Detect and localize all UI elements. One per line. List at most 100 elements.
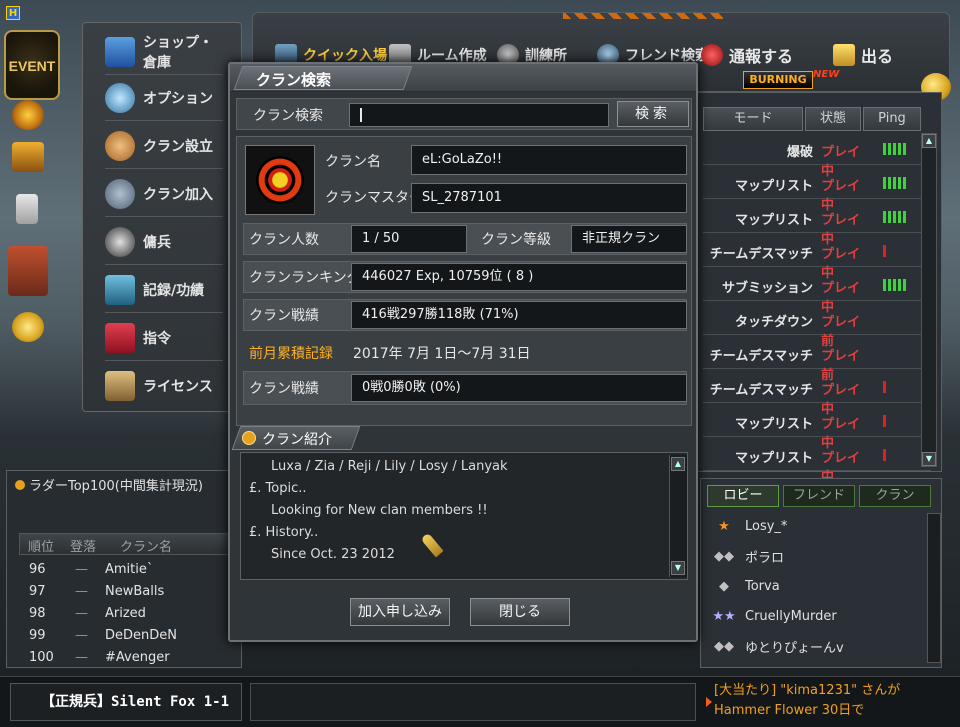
exit-button[interactable]: 出る bbox=[833, 41, 893, 69]
room-mode: マップリスト bbox=[734, 213, 813, 228]
bullet-cursor-icon bbox=[420, 532, 444, 558]
star-rank-icon: ★ bbox=[718, 518, 730, 534]
room-row[interactable]: マップリストプレイ中 bbox=[703, 439, 931, 485]
close-button[interactable]: 閉じる bbox=[470, 598, 570, 626]
coins-icon[interactable] bbox=[12, 312, 44, 342]
intro-scrollbar[interactable]: ▲ ▼ bbox=[669, 455, 687, 577]
scroll-up-button[interactable]: ▲ bbox=[922, 134, 936, 148]
tab-clan[interactable]: クラン bbox=[859, 485, 931, 507]
ping-bar bbox=[898, 177, 901, 189]
exit-label: 出る bbox=[861, 47, 894, 66]
room-row[interactable]: チームデスマッチ プレイ前 bbox=[703, 337, 931, 383]
ladder-rank: 100 bbox=[29, 650, 54, 665]
room-row[interactable]: マップリストプレイ中 bbox=[703, 201, 931, 247]
shop-icon bbox=[105, 36, 135, 67]
player-name: Torva bbox=[745, 578, 780, 594]
ladder-row[interactable]: 98 — Arized bbox=[19, 603, 231, 625]
menu-item-label: 記録/功績 bbox=[143, 282, 205, 299]
menu-item-orders[interactable]: 指令 bbox=[105, 315, 223, 361]
room-ping bbox=[883, 449, 888, 461]
player-name: ポラロ bbox=[745, 550, 785, 566]
chat-input[interactable] bbox=[250, 683, 696, 721]
apply-join-button[interactable]: 加入申し込み bbox=[350, 598, 450, 626]
bullet-icon bbox=[15, 480, 25, 490]
ticker-line: [大当たり] "kima1231" さんが bbox=[714, 683, 901, 698]
ranking-value: 446027 Exp, 10759位 ( 8 ) bbox=[351, 263, 687, 291]
ladder-rank: 99 bbox=[29, 628, 46, 643]
ladder-header: 順位 登落 クラン名 bbox=[19, 533, 231, 555]
clan-search-input[interactable] bbox=[349, 103, 609, 127]
ticker-arrow-icon bbox=[706, 697, 712, 707]
lobby-scrollbar[interactable] bbox=[927, 513, 941, 663]
room-row[interactable]: サブミッション プレイ中 bbox=[703, 269, 931, 315]
room-row[interactable]: 爆破 プレイ中 bbox=[703, 133, 931, 179]
room-row[interactable]: チームデスマッチ プレイ中 bbox=[703, 235, 931, 281]
ranking-label: クランランキング bbox=[249, 270, 361, 286]
scroll-down-button[interactable]: ▼ bbox=[922, 452, 936, 466]
menu-item-label: 指令 bbox=[143, 330, 171, 347]
burning-new-badge: NEW bbox=[813, 69, 840, 80]
room-row[interactable]: タッチダウン プレイ前 bbox=[703, 303, 931, 349]
intro-line: £. Topic.. bbox=[249, 481, 307, 496]
ladder-row[interactable]: 97 — NewBalls bbox=[19, 581, 231, 603]
ping-bar bbox=[903, 211, 906, 223]
ping-bar bbox=[898, 279, 901, 291]
clan-intro-box[interactable]: Luxa / Zia / Reji / Lily / Losy / Lanyak… bbox=[240, 452, 688, 580]
menu-item-options[interactable]: オプション bbox=[105, 75, 223, 121]
prev-month-label: 前月累積記録 bbox=[249, 346, 333, 362]
ping-bar bbox=[903, 177, 906, 189]
ladder-row[interactable]: 99 — DeDenDeN bbox=[19, 625, 231, 647]
star-rank-icon: ★★ bbox=[712, 608, 736, 624]
members-value: 1 / 50 bbox=[351, 225, 467, 253]
event-badge[interactable]: EVENT bbox=[4, 30, 60, 100]
main-menu: ショップ・倉庫 オプション クラン設立 クラン加入 傭兵 記録/功績 指令 ライ… bbox=[82, 22, 242, 412]
scroll-up-button[interactable]: ▲ bbox=[671, 457, 685, 471]
report-label: 通報する bbox=[729, 47, 794, 66]
ladder-row[interactable]: 96 — Amitie` bbox=[19, 559, 231, 581]
stamp-icon[interactable] bbox=[8, 246, 48, 296]
menu-item-shop[interactable]: ショップ・倉庫 bbox=[105, 29, 223, 75]
player-name: CruellyMurder bbox=[745, 608, 837, 624]
header-ping[interactable]: Ping bbox=[863, 107, 921, 131]
room-row[interactable]: マップリストプレイ中 bbox=[703, 405, 931, 451]
lobby-player-row[interactable]: ◆◆ ポラロ bbox=[709, 541, 919, 571]
header-change: 登落 bbox=[70, 540, 97, 555]
menu-item-clan-create[interactable]: クラン設立 bbox=[105, 123, 223, 169]
menu-item-mercenary[interactable]: 傭兵 bbox=[105, 219, 223, 265]
lobby-panel: ロビー フレンド クラン ★ Losy_* ◆◆ ポラロ ◆ Torva ★★ … bbox=[700, 478, 942, 668]
tab-lobby[interactable]: ロビー bbox=[707, 485, 779, 507]
search-label: クラン検索 bbox=[253, 108, 323, 124]
header-mode[interactable]: モード bbox=[703, 107, 803, 131]
lobby-player-row[interactable]: ★ Losy_* bbox=[709, 511, 919, 541]
report-button[interactable]: 通報する bbox=[701, 41, 793, 69]
clipboard-icon[interactable] bbox=[16, 194, 38, 224]
room-row[interactable]: チームデスマッチ プレイ中 bbox=[703, 371, 931, 417]
scroll-down-button[interactable]: ▼ bbox=[671, 561, 685, 575]
lobby-player-row[interactable]: ★★ CruellyMurder bbox=[709, 601, 919, 631]
search-button[interactable]: 検索 bbox=[617, 101, 689, 127]
lobby-player-row[interactable]: ◆◆ ゆとりぴょーんv bbox=[709, 631, 919, 661]
clan-create-icon bbox=[105, 130, 135, 161]
alert-icon[interactable] bbox=[12, 100, 44, 130]
ping-bar bbox=[903, 279, 906, 291]
ping-bar bbox=[898, 143, 901, 155]
player-name: ゆとりぴょーんv bbox=[745, 640, 844, 656]
clan-intro-label: クラン紹介 bbox=[262, 432, 332, 448]
header-rank: 順位 bbox=[28, 540, 55, 555]
siren-icon bbox=[701, 44, 723, 66]
ladder-clan: NewBalls bbox=[105, 584, 165, 599]
menu-item-license[interactable]: ライセンス bbox=[105, 363, 223, 409]
menu-item-clan-join[interactable]: クラン加入 bbox=[105, 171, 223, 217]
room-list-scrollbar[interactable]: ▲ ▼ bbox=[921, 133, 937, 467]
ladder-rank: 98 bbox=[29, 606, 46, 621]
ping-bar bbox=[888, 143, 891, 155]
header-state[interactable]: 状態 bbox=[805, 107, 861, 131]
exit-icon bbox=[833, 44, 855, 66]
lobby-player-row[interactable]: ◆ Torva bbox=[709, 571, 919, 601]
room-ping bbox=[883, 279, 908, 291]
ladder-row[interactable]: 100 — #Avenger bbox=[19, 647, 231, 669]
box-icon[interactable] bbox=[12, 142, 44, 172]
menu-item-records[interactable]: 記録/功績 bbox=[105, 267, 223, 313]
room-row[interactable]: マップリストプレイ中 bbox=[703, 167, 931, 213]
tab-friend[interactable]: フレンド bbox=[783, 485, 855, 507]
